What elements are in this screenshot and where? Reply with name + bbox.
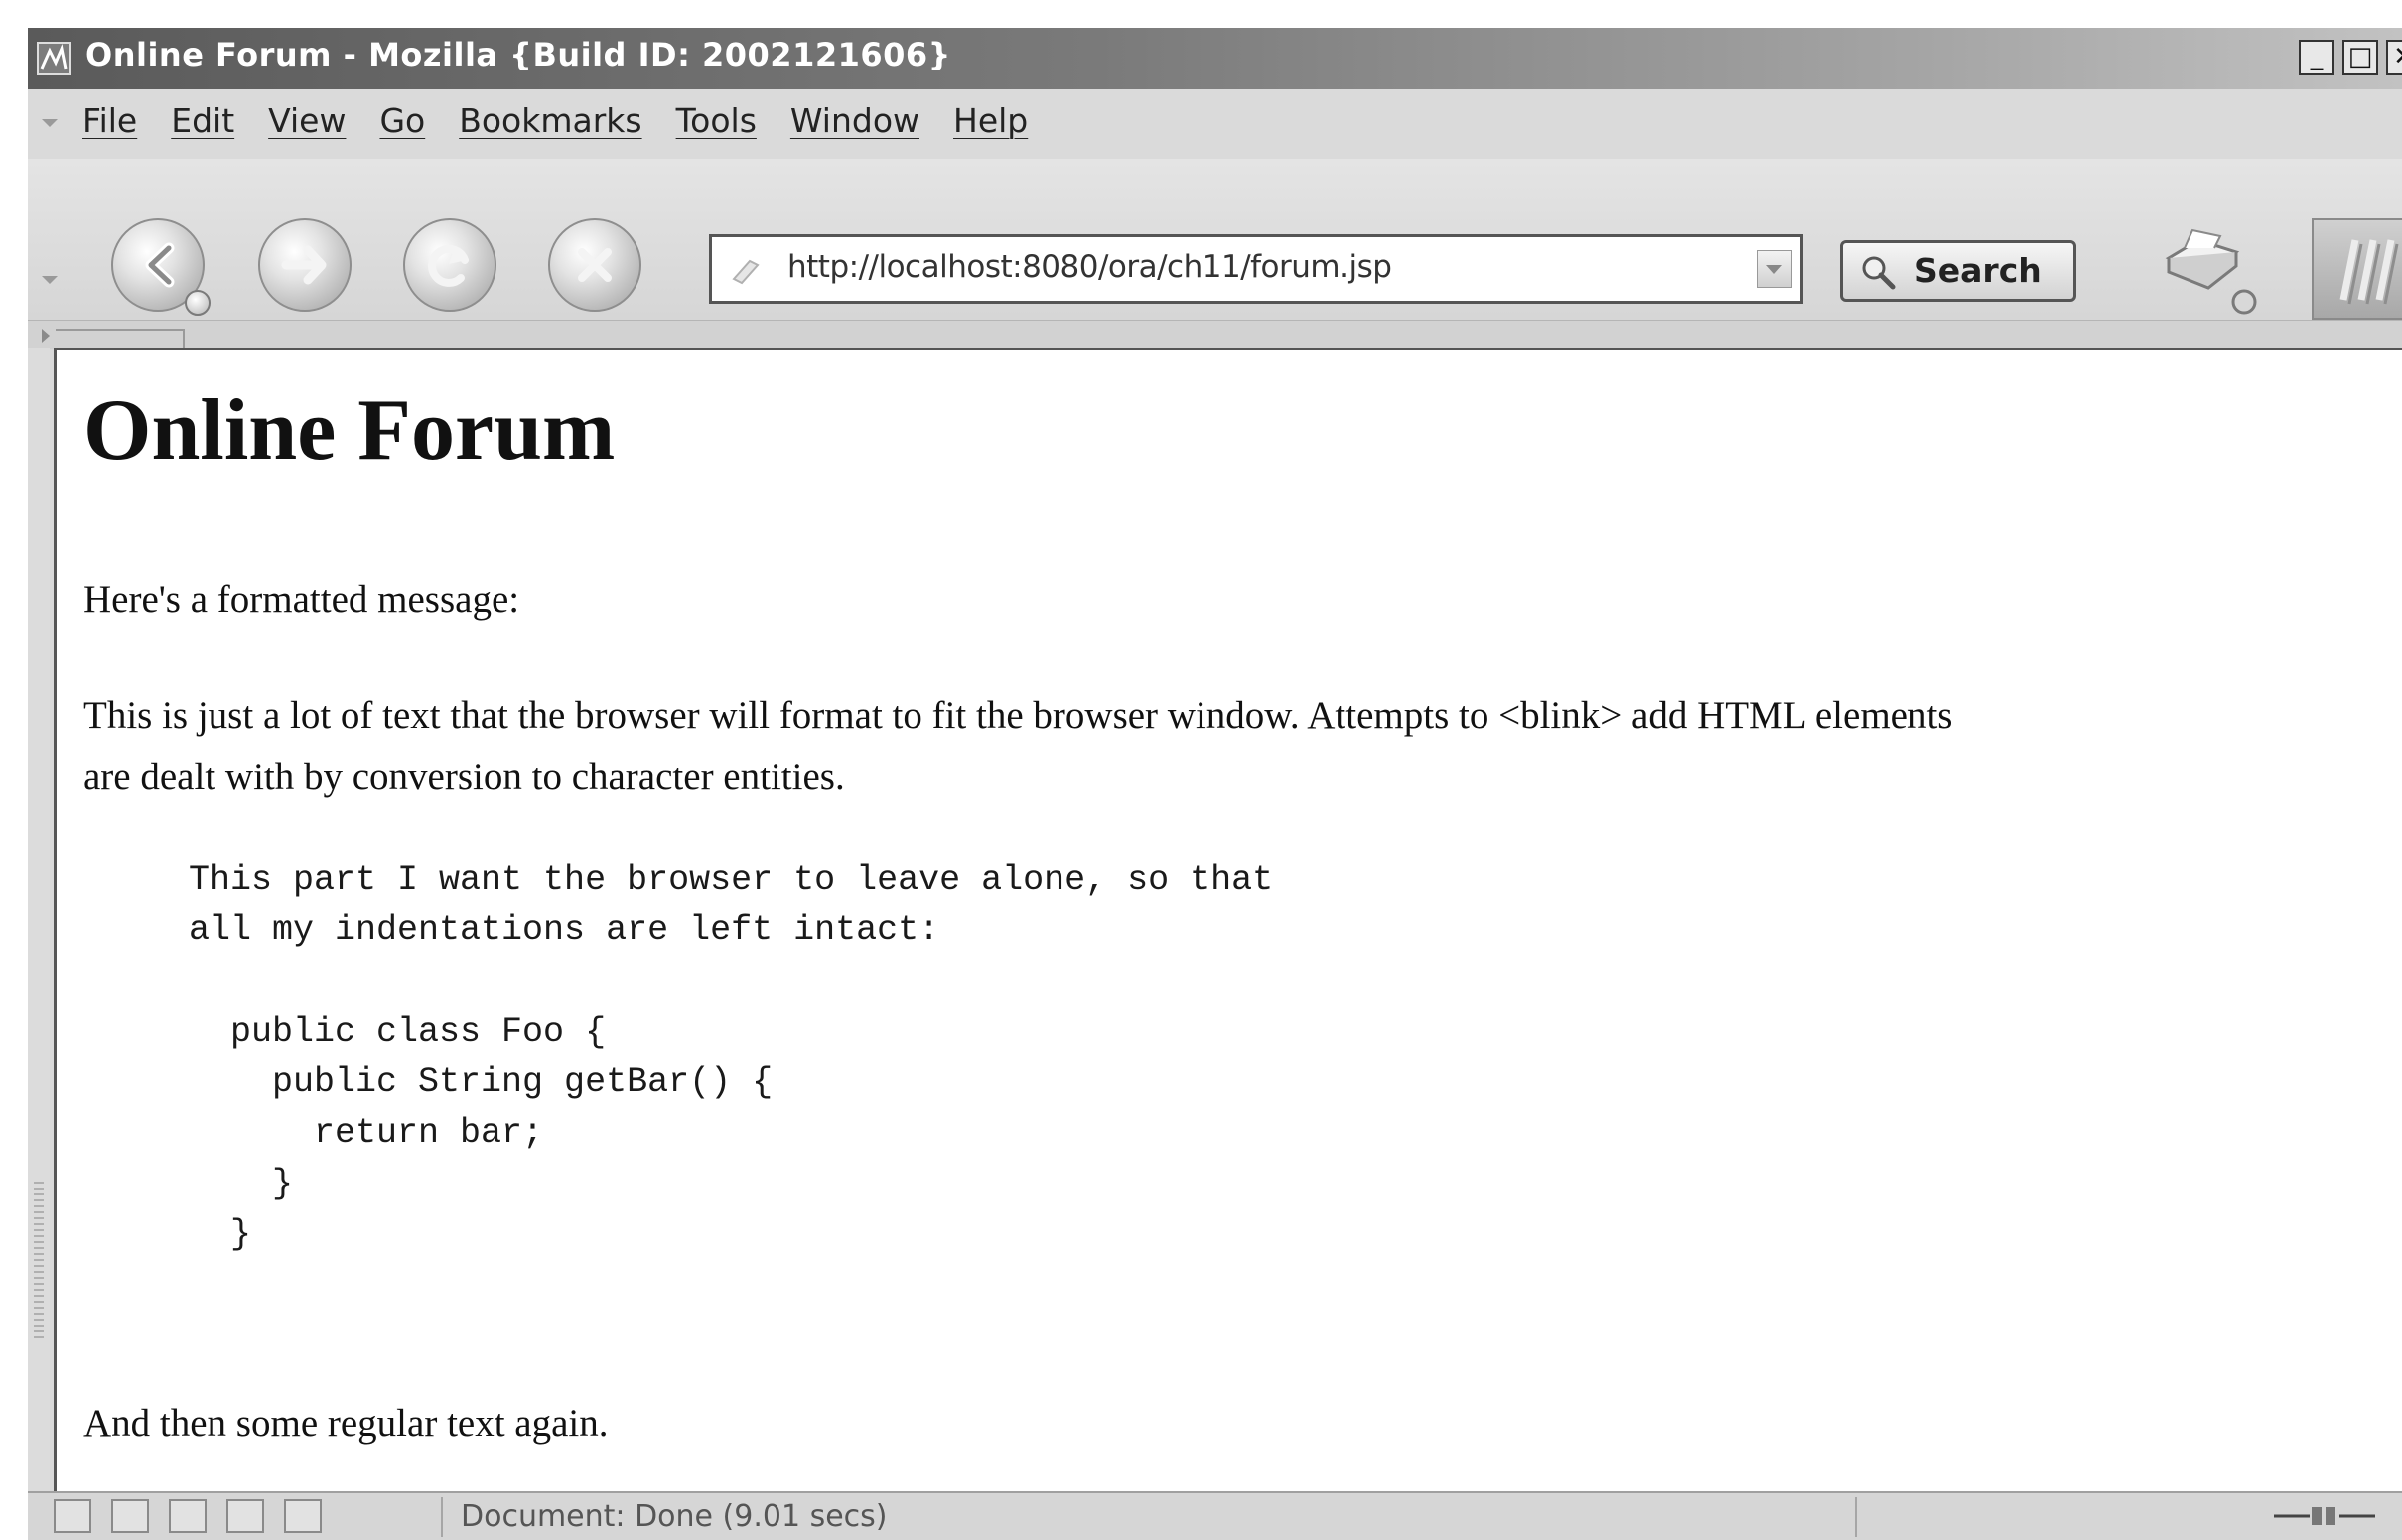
mail-icon[interactable] <box>111 1499 149 1533</box>
preformatted-block: This part I want the browser to leave al… <box>189 860 1274 1254</box>
menu-edit[interactable]: Edit <box>171 101 234 140</box>
search-button-label: Search <box>1914 251 2042 290</box>
menu-bar: File Edit View Go Bookmarks Tools Window… <box>28 89 2402 159</box>
window-controls: _ □ ✕ <box>2299 40 2402 75</box>
mozilla-throbber-icon[interactable] <box>2312 218 2402 320</box>
title-bar[interactable]: Online Forum - Mozilla {Build ID: 200212… <box>28 28 2402 89</box>
status-divider <box>441 1497 443 1537</box>
menu-go[interactable]: Go <box>379 101 425 140</box>
navigator-icon[interactable] <box>54 1499 91 1533</box>
menu-bookmarks[interactable]: Bookmarks <box>459 101 641 140</box>
stop-button[interactable] <box>548 218 641 312</box>
page-content: Online Forum Here's a formatted message:… <box>54 348 2402 1491</box>
intro-text: Here's a formatted message: <box>83 578 520 621</box>
search-button[interactable]: Search <box>1840 240 2076 302</box>
forward-button[interactable] <box>258 218 352 312</box>
stop-icon <box>578 248 612 282</box>
menu-items: File Edit View Go Bookmarks Tools Window… <box>82 101 1028 140</box>
window-title: Online Forum - Mozilla {Build ID: 200212… <box>85 36 951 73</box>
forward-arrow-icon <box>281 245 327 285</box>
toolbar-grip-icon[interactable] <box>42 276 58 284</box>
sidebar-toggle-icon[interactable] <box>42 329 50 343</box>
status-bar: Document: Done (9.01 secs) <box>28 1491 2402 1540</box>
address-bar-url: http://localhost:8080/ora/ch11/forum.jsp <box>787 249 1392 285</box>
closing-text: And then some regular text again. <box>83 1402 609 1445</box>
menu-view[interactable]: View <box>268 101 346 140</box>
status-text: Document: Done (9.01 secs) <box>461 1499 888 1534</box>
maximize-button[interactable]: □ <box>2342 40 2378 75</box>
status-divider-right <box>1855 1497 1857 1537</box>
address-bar[interactable]: http://localhost:8080/ora/ch11/forum.jsp <box>709 234 1803 304</box>
browser-window: Online Forum - Mozilla {Build ID: 200212… <box>28 28 2402 1540</box>
menu-file[interactable]: File <box>82 101 137 140</box>
back-history-dropdown[interactable] <box>185 290 211 316</box>
body-text-line-1: This is just a lot of text that the brow… <box>83 694 1953 737</box>
page-heading: Online Forum <box>83 382 616 479</box>
minimize-button[interactable]: _ <box>2299 40 2334 75</box>
tab-strip <box>28 320 2402 350</box>
composer-icon[interactable] <box>169 1499 207 1533</box>
mozilla-app-icon <box>37 42 71 75</box>
print-icon[interactable] <box>2149 218 2258 318</box>
component-bar <box>54 1499 322 1533</box>
address-book-icon[interactable] <box>226 1499 264 1533</box>
search-icon <box>1862 256 1896 290</box>
online-status-icon[interactable] <box>2270 1501 2379 1531</box>
chat-icon[interactable] <box>284 1499 322 1533</box>
close-button[interactable]: ✕ <box>2386 40 2402 75</box>
address-history-dropdown-icon[interactable] <box>1757 250 1792 288</box>
menubar-grip-icon[interactable] <box>42 119 58 127</box>
body-text-line-2: are dealt with by conversion to characte… <box>83 756 845 798</box>
navigation-toolbar: http://localhost:8080/ora/ch11/forum.jsp… <box>28 159 2402 320</box>
menu-help[interactable]: Help <box>953 101 1028 140</box>
reload-icon <box>428 244 469 287</box>
menu-window[interactable]: Window <box>790 101 919 140</box>
reload-button[interactable] <box>403 218 496 312</box>
sidebar-splitter-grip[interactable] <box>34 1182 44 1340</box>
page-proxy-icon[interactable] <box>730 253 764 287</box>
menu-tools[interactable]: Tools <box>676 101 757 140</box>
sidebar-collapsed-edge <box>28 348 50 1511</box>
